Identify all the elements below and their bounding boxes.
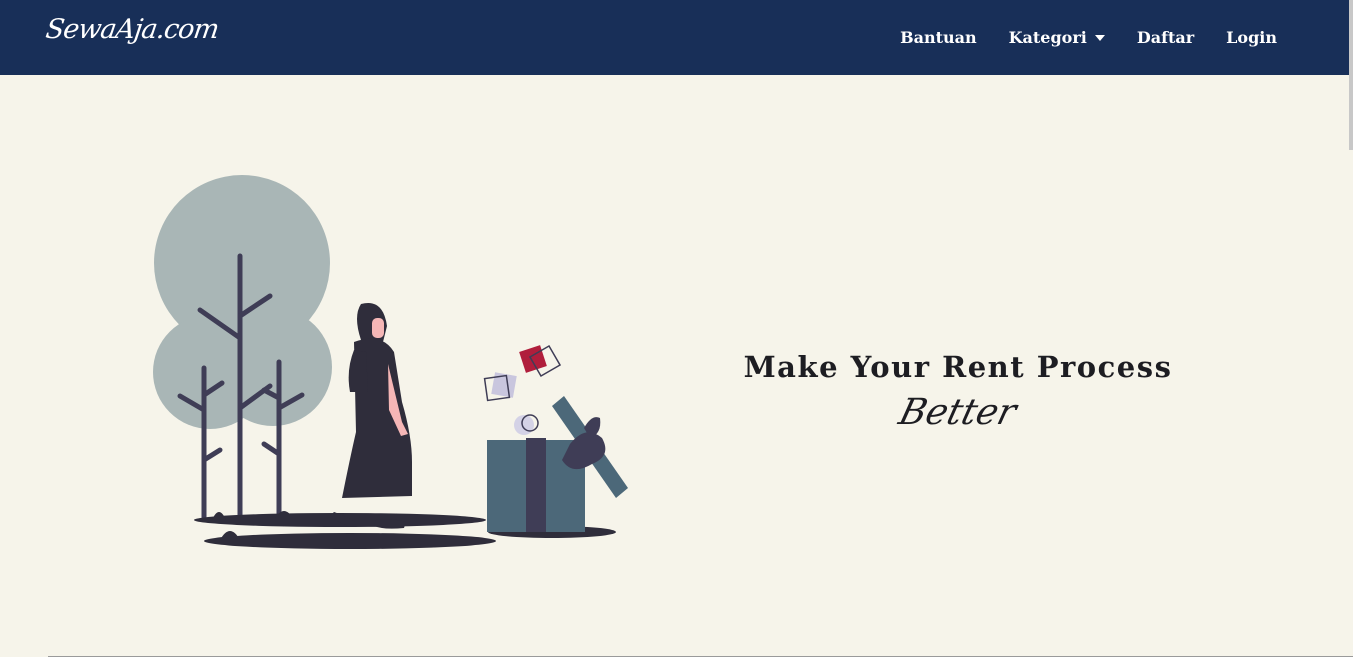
nav-dropdown-kategori-label: Kategori — [1008, 28, 1087, 47]
caret-down-icon — [1094, 34, 1105, 41]
bush — [220, 531, 240, 540]
bush — [212, 512, 226, 520]
woman-figure — [330, 302, 412, 529]
ground-shadow-front — [204, 533, 496, 549]
hero-title: Make Your Rent Process — [743, 350, 1173, 384]
hero-accent-text: Better — [895, 392, 1021, 433]
nav-link-daftar[interactable]: Daftar — [1137, 28, 1194, 47]
gift-box — [487, 396, 628, 532]
tree-canopy-right — [214, 308, 332, 426]
nav-link-bantuan[interactable]: Bantuan — [900, 28, 977, 47]
nav-dropdown-kategori[interactable]: Kategori — [1009, 28, 1105, 47]
nav-links: Bantuan Kategori Daftar Login — [900, 0, 1277, 75]
hero-text: Make Your Rent Process Better — [740, 350, 1176, 433]
navbar: SewaAja.com Bantuan Kategori Daftar Logi… — [0, 0, 1353, 75]
nav-link-login[interactable]: Login — [1226, 28, 1277, 47]
scrollbar[interactable] — [1349, 0, 1353, 150]
woman-gift-box-illustration — [153, 175, 628, 549]
brand-logo[interactable]: SewaAja.com — [44, 14, 221, 45]
